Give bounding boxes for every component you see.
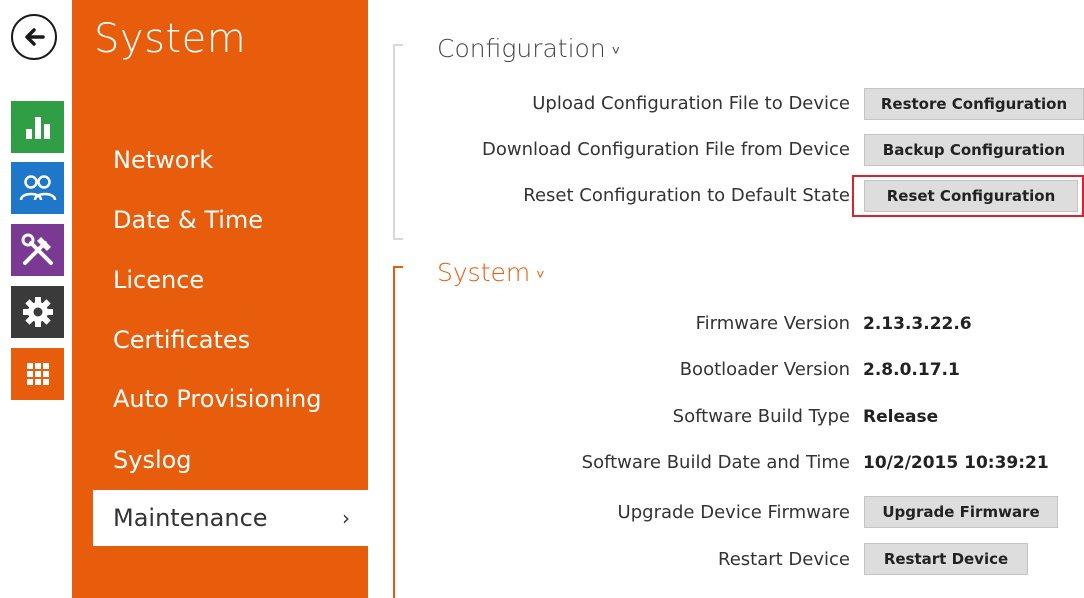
directory-menu-button[interactable]: [11, 162, 64, 214]
sidebar-item-licence[interactable]: Licence: [72, 252, 368, 308]
reset-configuration-button[interactable]: Reset Configuration: [864, 180, 1078, 212]
system-sidebar: System Network Date & Time Licence Certi…: [72, 0, 368, 598]
section-title-label: System: [437, 258, 531, 287]
status-menu-button[interactable]: [11, 101, 64, 153]
tools-icon: [21, 233, 53, 265]
hardware-menu-button[interactable]: [11, 224, 64, 276]
restart-device-label: Restart Device: [718, 549, 850, 570]
back-arrow-icon: [25, 28, 45, 46]
sidebar-item-label: Licence: [113, 266, 205, 294]
backup-configuration-button[interactable]: Backup Configuration: [864, 134, 1084, 166]
chevron-down-icon: ˅: [536, 266, 545, 283]
gear-icon: [22, 297, 53, 327]
sidebar-item-label: Network: [113, 146, 214, 174]
build-date-value: 10/2/2015 10:39:21: [863, 453, 1049, 473]
users-icon: [19, 175, 56, 201]
chevron-down-icon: ˅: [611, 42, 620, 59]
back-button[interactable]: [11, 14, 57, 60]
configuration-section-bracket: [393, 44, 405, 240]
sidebar-item-label: Maintenance: [113, 504, 268, 532]
services-menu-button[interactable]: [11, 286, 64, 338]
section-title-label: Configuration: [437, 34, 606, 63]
bootloader-version-label: Bootloader Version: [679, 359, 850, 380]
build-date-label: Software Build Date and Time: [581, 452, 850, 473]
system-section-title[interactable]: System ˅: [437, 258, 544, 287]
sidebar-item-label: Certificates: [113, 326, 251, 354]
sidebar-item-label: Auto Provisioning: [113, 385, 322, 413]
sidebar-item-syslog[interactable]: Syslog: [72, 432, 368, 488]
system-menu-button[interactable]: [11, 348, 64, 400]
sidebar-item-label: Date & Time: [113, 206, 264, 234]
restart-device-button[interactable]: Restart Device: [864, 543, 1028, 575]
sidebar-item-date-time[interactable]: Date & Time: [72, 192, 368, 248]
chevron-right-icon: ›: [342, 506, 350, 530]
upgrade-firmware-button[interactable]: Upgrade Firmware: [864, 496, 1058, 528]
sidebar-title: System: [94, 16, 247, 62]
upload-config-label: Upload Configuration File to Device: [532, 93, 850, 114]
build-type-label: Software Build Type: [672, 406, 850, 427]
sidebar-item-maintenance[interactable]: Maintenance ›: [93, 490, 368, 546]
build-type-value: Release: [863, 407, 939, 427]
reset-config-label: Reset Configuration to Default State: [523, 185, 850, 206]
restore-configuration-button[interactable]: Restore Configuration: [864, 88, 1084, 120]
sidebar-item-certificates[interactable]: Certificates: [72, 312, 368, 368]
firmware-version-label: Firmware Version: [695, 313, 850, 334]
firmware-version-value: 2.13.3.22.6: [863, 314, 972, 334]
sidebar-item-network[interactable]: Network: [72, 132, 368, 188]
bar-chart-icon: [25, 117, 50, 139]
download-config-label: Download Configuration File from Device: [482, 139, 850, 160]
system-section-bracket: [393, 266, 405, 598]
grid-icon: [26, 363, 49, 385]
bootloader-version-value: 2.8.0.17.1: [863, 360, 960, 380]
configuration-section-title[interactable]: Configuration ˅: [437, 34, 620, 63]
upgrade-firmware-label: Upgrade Device Firmware: [617, 502, 850, 523]
icon-rail: [0, 0, 70, 598]
sidebar-item-label: Syslog: [113, 446, 192, 474]
sidebar-item-auto-provisioning[interactable]: Auto Provisioning: [72, 371, 368, 427]
